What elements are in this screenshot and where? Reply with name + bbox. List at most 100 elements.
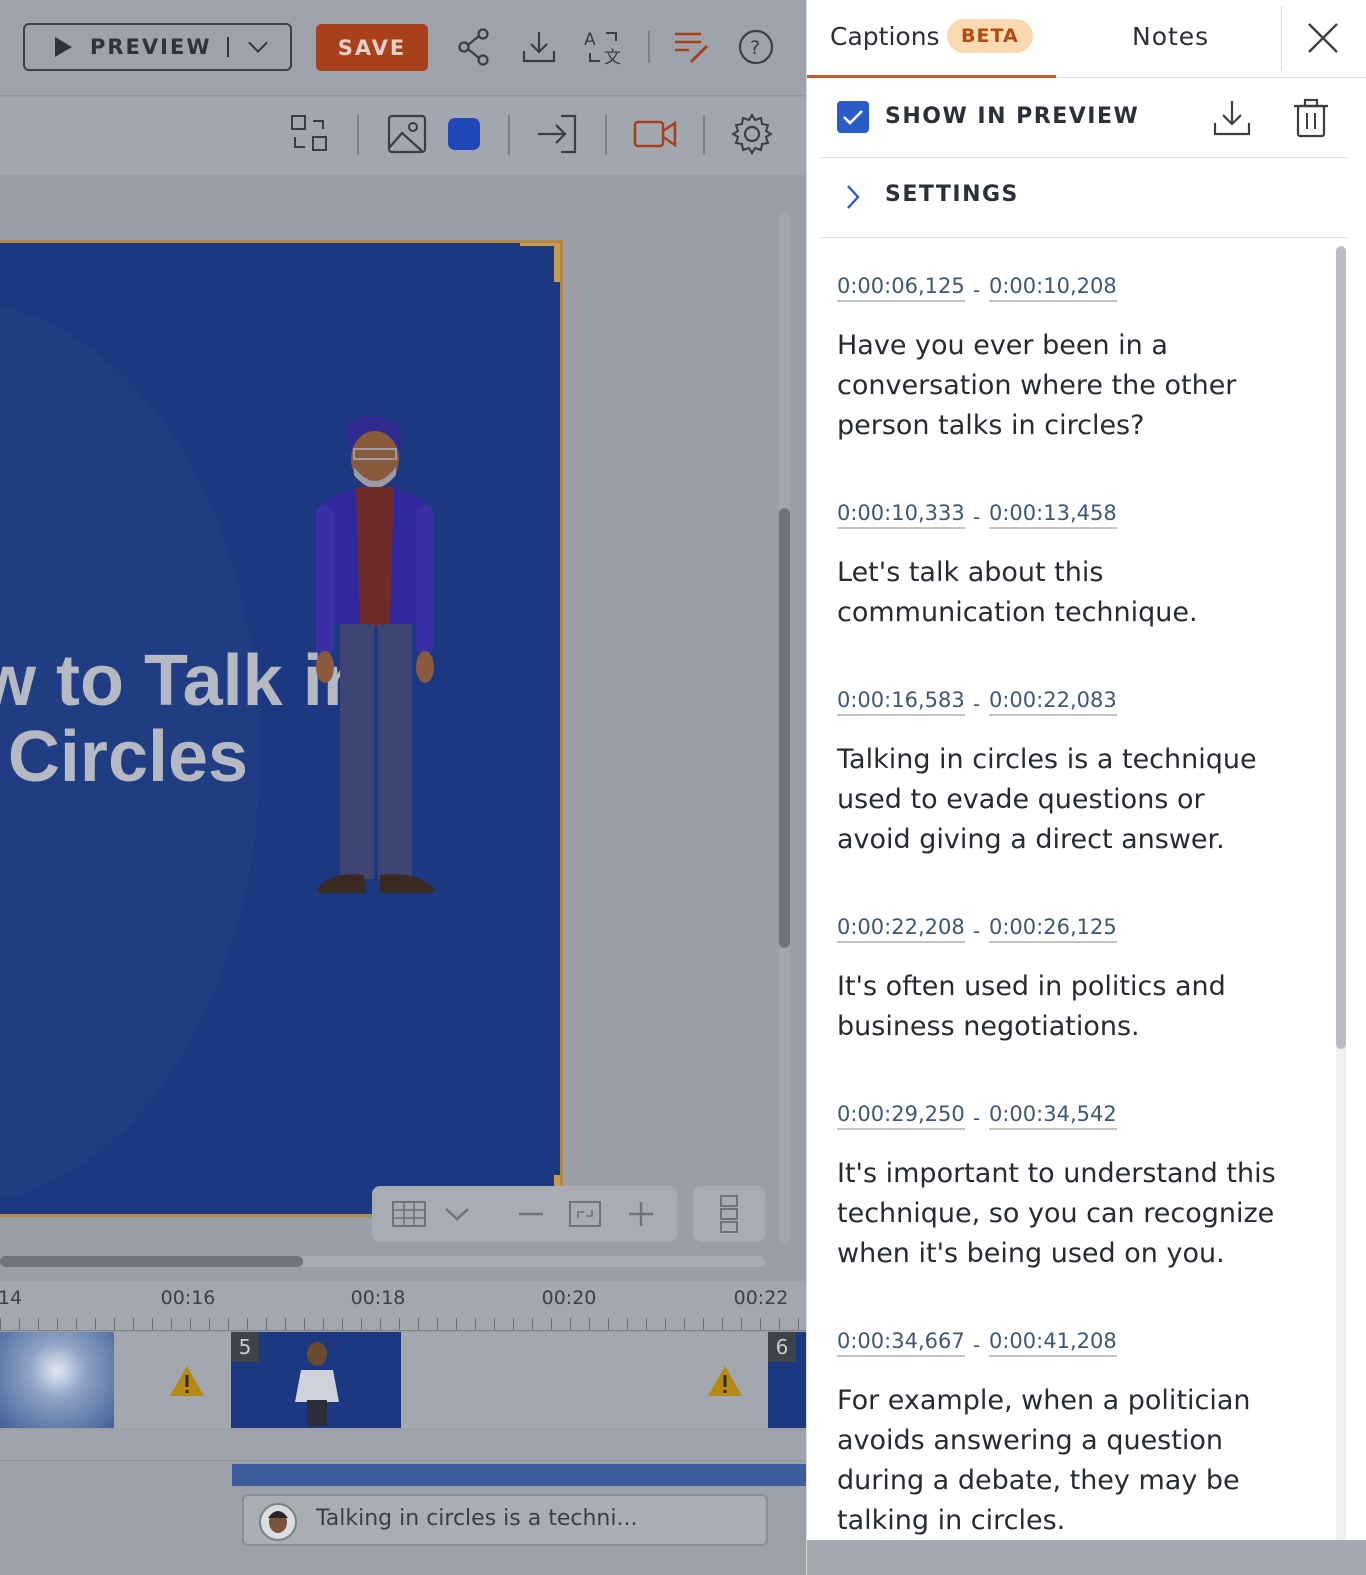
captions-panel: Captions BETA Notes SHOW IN PREVIEW SETT…	[806, 0, 1366, 1575]
caption-text[interactable]: Have you ever been in a conversation whe…	[837, 326, 1277, 446]
selection-corner[interactable]	[554, 243, 560, 282]
stacked-layout-icon	[720, 1195, 738, 1233]
ruler-tick	[0, 1318, 1, 1330]
scene-clip[interactable]	[0, 1332, 114, 1428]
camera-icon[interactable]	[632, 111, 678, 157]
ruler-tick	[589, 1318, 590, 1330]
caption-entry: 0:00:10,333 - 0:00:13,458 Let's talk abo…	[837, 501, 1277, 633]
caption-start-time[interactable]: 0:00:16,583	[837, 688, 965, 716]
save-button[interactable]: SAVE	[316, 24, 428, 71]
image-icon[interactable]	[384, 111, 430, 157]
caption-text[interactable]: Let's talk about this communication tech…	[837, 553, 1277, 633]
caption-text[interactable]: It's often used in politics and business…	[837, 967, 1277, 1047]
caption-entry: 0:00:34,667 - 0:00:41,208 For example, w…	[837, 1329, 1277, 1539]
warning-icon[interactable]	[168, 1364, 206, 1398]
close-icon[interactable]	[1303, 18, 1343, 58]
zoom-out-icon[interactable]	[508, 1191, 554, 1237]
tab-captions[interactable]: Captions BETA	[807, 0, 1056, 78]
layout-toggle[interactable]	[693, 1186, 765, 1242]
panel-footer	[807, 1540, 1366, 1575]
zoom-controls	[372, 1186, 677, 1242]
secondary-toolbar	[0, 97, 808, 175]
preview-button[interactable]: PREVIEW	[23, 23, 292, 71]
ruler-tick	[551, 1318, 552, 1330]
zoom-in-icon[interactable]	[618, 1191, 664, 1237]
translate-icon[interactable]: A文	[580, 24, 626, 70]
ruler-label: 00:22	[733, 1287, 789, 1309]
character-figure[interactable]	[310, 409, 440, 904]
caption-start-time[interactable]: 0:00:22,208	[837, 915, 965, 943]
ruler-tick	[532, 1318, 533, 1330]
time-separator: -	[973, 1106, 981, 1130]
ruler-tick	[456, 1318, 457, 1330]
caption-end-time[interactable]: 0:00:34,542	[989, 1102, 1117, 1130]
caption-end-time[interactable]: 0:00:22,083	[989, 688, 1117, 716]
share-icon[interactable]	[451, 24, 497, 70]
ruler-tick	[380, 1318, 381, 1330]
trash-icon[interactable]	[1290, 97, 1332, 139]
caption-end-time[interactable]: 0:00:13,458	[989, 501, 1117, 529]
timeline: 14 00:16 00:18 00:20 00:22 5 6 Talking i…	[0, 1281, 808, 1575]
caption-text[interactable]: Talking in circles is a technique used t…	[837, 740, 1277, 860]
ruler-tick	[114, 1318, 115, 1330]
audio-track-bar[interactable]	[232, 1464, 808, 1486]
caption-start-time[interactable]: 0:00:06,125	[837, 274, 965, 302]
show-in-preview-checkbox[interactable]	[837, 101, 869, 133]
ruler-tick	[570, 1318, 571, 1330]
timeline-ruler[interactable]: 14 00:16 00:18 00:20 00:22	[0, 1281, 808, 1331]
panel-scrollbar[interactable]	[1336, 246, 1346, 1546]
ruler-tick	[494, 1318, 495, 1330]
ruler-tick	[513, 1318, 514, 1330]
chevron-down-icon[interactable]	[434, 1191, 480, 1237]
gear-icon[interactable]	[729, 111, 775, 157]
download-icon[interactable]	[1211, 97, 1253, 139]
voiceover-clip[interactable]: Talking in circles is a techni...	[242, 1494, 768, 1546]
caption-text[interactable]: It's important to understand this techni…	[837, 1154, 1277, 1274]
caption-start-time[interactable]: 0:00:29,250	[837, 1102, 965, 1130]
ruler-label: 14	[0, 1287, 23, 1309]
download-icon[interactable]	[516, 24, 562, 70]
vertical-scrollbar[interactable]	[779, 213, 790, 1243]
chevron-down-icon[interactable]	[248, 33, 269, 53]
warning-icon[interactable]	[706, 1364, 744, 1398]
ruler-tick	[209, 1318, 210, 1330]
divider	[648, 31, 650, 63]
slide-canvas[interactable]: w to Talk in Circles	[0, 240, 563, 1217]
enter-icon[interactable]	[534, 111, 580, 157]
divider	[357, 115, 359, 155]
divider	[1281, 6, 1282, 70]
caption-start-time[interactable]: 0:00:34,667	[837, 1329, 965, 1357]
scene-clip[interactable]: 6	[768, 1332, 808, 1428]
ruler-tick	[228, 1318, 229, 1330]
transition-strip	[0, 1431, 808, 1461]
help-icon[interactable]: ?	[733, 24, 779, 70]
settings-row[interactable]: SETTINGS	[821, 158, 1347, 238]
ruler-tick	[304, 1318, 305, 1330]
caption-end-time[interactable]: 0:00:26,125	[989, 915, 1117, 943]
scene-clip[interactable]: 5	[231, 1332, 401, 1428]
ruler-tick	[19, 1318, 20, 1330]
tab-notes[interactable]: Notes	[1132, 22, 1209, 51]
color-swatch-icon[interactable]	[441, 111, 487, 157]
edit-notes-icon[interactable]	[668, 24, 714, 70]
caption-text[interactable]: For example, when a politician avoids an…	[837, 1381, 1277, 1539]
tab-captions-label: Captions	[830, 22, 940, 51]
ruler-label: 00:18	[350, 1287, 406, 1309]
show-in-preview-row: SHOW IN PREVIEW	[821, 79, 1347, 158]
ruler-tick	[76, 1318, 77, 1330]
horizontal-scrollbar[interactable]	[0, 1256, 765, 1267]
svg-text:A: A	[584, 30, 596, 50]
settings-label: SETTINGS	[885, 182, 1019, 207]
ruler-tick	[247, 1318, 248, 1330]
ruler-tick	[361, 1318, 362, 1330]
show-in-preview-label: SHOW IN PREVIEW	[885, 104, 1140, 129]
caption-end-time[interactable]: 0:00:10,208	[989, 274, 1117, 302]
caption-start-time[interactable]: 0:00:10,333	[837, 501, 965, 529]
caption-end-time[interactable]: 0:00:41,208	[989, 1329, 1117, 1357]
time-separator: -	[973, 919, 981, 943]
fit-screen-icon[interactable]	[562, 1191, 608, 1237]
ruler-tick	[285, 1318, 286, 1330]
grid-icon[interactable]	[386, 1191, 432, 1237]
ruler-tick	[266, 1318, 267, 1330]
swap-layout-icon[interactable]	[287, 111, 333, 157]
